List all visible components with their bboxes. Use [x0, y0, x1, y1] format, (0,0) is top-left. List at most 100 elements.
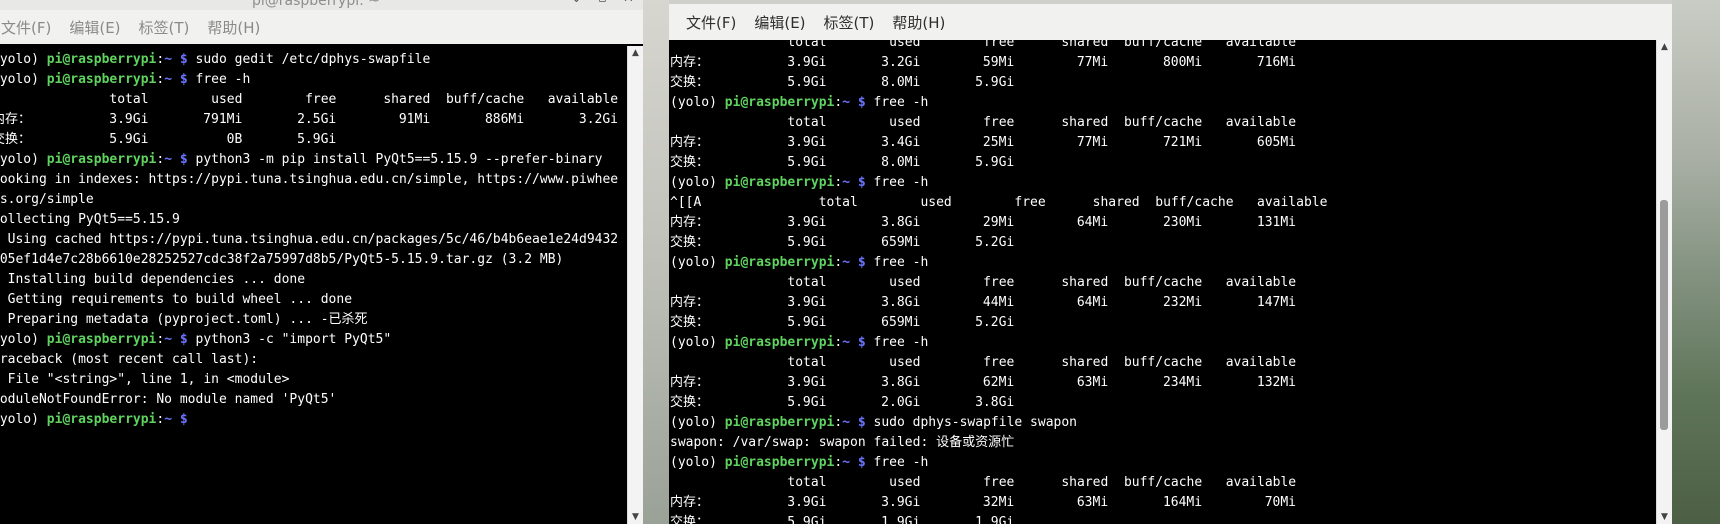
- output-line: total used free shared buff/cache availa…: [670, 355, 1297, 370]
- prompt-env: (yolo): [0, 52, 39, 67]
- command-text: sudo dphys-swapfile swapon: [865, 415, 1078, 430]
- prompt-line: (yolo) pi@raspberrypi:~ $ free -h: [670, 253, 1327, 273]
- prompt-path: ~ $: [842, 95, 866, 110]
- prompt-line: (yolo) pi@raspberrypi:~ $ sudo dphys-swa…: [670, 413, 1327, 433]
- command-text: free -h: [865, 335, 929, 350]
- output-line: 内存： 3.9Gi 3.8Gi 62Mi 63Mi 234Mi 132Mi: [670, 375, 1296, 390]
- terminal-output[interactable]: (yolo) pi@raspberrypi:~ $ sudo gedit /et…: [0, 46, 628, 524]
- prompt-line: (yolo) pi@raspberrypi:~ $ python3 -m pip…: [0, 150, 618, 170]
- output-line: Traceback (most recent call last):: [0, 352, 259, 367]
- output-line: File "<string>", line 1, in <module>: [0, 372, 290, 387]
- command-text: python3 -m pip install PyQt5==5.15.9 --p…: [187, 152, 603, 167]
- output-line: Collecting PyQt5==5.15.9: [0, 212, 180, 227]
- prompt-path: ~ $: [164, 72, 188, 87]
- output-line: 内存： 3.9Gi 3.8Gi 44Mi 64Mi 232Mi 147Mi: [670, 295, 1296, 310]
- arrow-up-icon[interactable]: ▲: [1657, 40, 1672, 54]
- prompt-path: ~ $: [164, 152, 188, 167]
- prompt-user: pi@raspberrypi: [46, 52, 157, 67]
- maximize-icon[interactable]: ▫: [598, 0, 607, 6]
- desktop-background: [643, 0, 669, 524]
- prompt-user: pi@raspberrypi: [724, 175, 835, 190]
- prompt-user: pi@raspberrypi: [46, 72, 157, 87]
- menu-help[interactable]: 帮助(H): [883, 12, 954, 33]
- menu-file[interactable]: 文件(F): [677, 12, 745, 33]
- prompt-path: ~ $: [842, 455, 866, 470]
- output-line: swapon: /var/swap: swapon failed: 设备或资源忙: [670, 435, 1015, 450]
- command-text: free -h: [865, 175, 929, 190]
- arrow-down-icon[interactable]: ▼: [628, 510, 643, 524]
- output-line: total used free shared buff/cache availa…: [670, 40, 1297, 50]
- terminal-lines: (yolo) pi@raspberrypi:~ $ sudo gedit /et…: [0, 50, 618, 430]
- prompt-env: (yolo): [670, 455, 725, 470]
- output-line: Installing build dependencies ... done: [0, 272, 306, 287]
- menu-tabs[interactable]: 标签(T): [815, 12, 884, 33]
- prompt-user: pi@raspberrypi: [46, 152, 157, 167]
- output-line: Looking in indexes: https://pypi.tuna.ts…: [0, 172, 619, 187]
- output-line: ModuleNotFoundError: No module named 'Py…: [0, 392, 337, 407]
- arrow-up-icon[interactable]: ▲: [628, 46, 643, 60]
- menu-help[interactable]: 帮助(H): [198, 17, 269, 38]
- window-title: pi@raspberrypi: ~: [252, 0, 381, 9]
- prompt-user: pi@raspberrypi: [724, 255, 835, 270]
- output-line: Using cached https://pypi.tuna.tsinghua.…: [0, 232, 619, 247]
- output-line: 内存： 3.9Gi 3.4Gi 25Mi 77Mi 721Mi 605Mi: [670, 135, 1296, 150]
- prompt-user: pi@raspberrypi: [46, 412, 157, 427]
- prompt-env: (yolo): [670, 255, 725, 270]
- terminal-window-right[interactable]: 文件(F) 编辑(E) 标签(T) 帮助(H) total used free …: [669, 0, 1672, 524]
- output-line: total used free shared buff/cache availa…: [0, 92, 619, 107]
- prompt-env: (yolo): [0, 412, 39, 427]
- prompt-env: (yolo): [0, 72, 39, 87]
- output-line: total used free shared buff/cache availa…: [670, 275, 1297, 290]
- scrollbar[interactable]: ▲ ▼: [1656, 40, 1672, 524]
- output-line: 交换： 5.9Gi 8.0Mi 5.9Gi: [670, 75, 1015, 90]
- output-line: 内存： 3.9Gi 3.2Gi 59Mi 77Mi 800Mi 716Mi: [670, 55, 1296, 70]
- menu-edit[interactable]: 编辑(E): [745, 12, 814, 33]
- output-line: Getting requirements to build wheel ... …: [0, 292, 353, 307]
- command-text: free -h: [865, 455, 929, 470]
- output-line: 905ef1d4e7c28b6610e28252527cdc38f2a75997…: [0, 252, 564, 267]
- prompt-line: (yolo) pi@raspberrypi:~ $ free -h: [670, 93, 1327, 113]
- output-line: total used free shared buff/cache availa…: [670, 475, 1297, 490]
- menu-edit[interactable]: 编辑(E): [60, 17, 129, 38]
- output-line: Preparing metadata (pyproject.toml) ... …: [0, 312, 368, 327]
- prompt-line: (yolo) pi@raspberrypi:~ $ python3 -c "im…: [0, 330, 618, 350]
- output-line: 交换： 5.9Gi 0B 5.9Gi: [0, 132, 337, 147]
- prompt-line: (yolo) pi@raspberrypi:~ $ free -h: [670, 333, 1327, 353]
- prompt-line: (yolo) pi@raspberrypi:~ $ free -h: [670, 173, 1327, 193]
- arrow-down-icon[interactable]: ▼: [1657, 510, 1672, 524]
- command-text: free -h: [865, 255, 929, 270]
- prompt-env: (yolo): [0, 152, 39, 167]
- command-text: sudo gedit /etc/dphys-swapfile: [187, 52, 431, 67]
- prompt-path: ~ $: [842, 255, 866, 270]
- prompt-path: ~ $: [164, 412, 188, 427]
- prompt-line: (yolo) pi@raspberrypi:~ $: [0, 410, 618, 430]
- window-titlebar[interactable]: pi@raspberrypi: ~ ⌄ ▫ ✕: [0, 0, 643, 10]
- output-line: 交换： 5.9Gi 2.0Gi 3.8Gi: [670, 395, 1015, 410]
- prompt-env: (yolo): [670, 335, 725, 350]
- command-text: free -h: [865, 95, 929, 110]
- output-line: 交换： 5.9Gi 659Mi 5.2Gi: [670, 315, 1015, 330]
- menu-file[interactable]: 文件(F): [0, 17, 60, 38]
- output-line: 交换： 5.9Gi 659Mi 5.2Gi: [670, 235, 1015, 250]
- close-icon[interactable]: ✕: [623, 0, 634, 6]
- prompt-user: pi@raspberrypi: [724, 335, 835, 350]
- prompt-env: (yolo): [670, 415, 725, 430]
- terminal-output[interactable]: total used free shared buff/cache availa…: [669, 40, 1657, 524]
- prompt-path: ~ $: [164, 52, 188, 67]
- chevron-down-icon[interactable]: ⌄: [571, 0, 582, 6]
- menu-tabs[interactable]: 标签(T): [130, 17, 199, 38]
- scrollbar-thumb[interactable]: [1660, 200, 1668, 430]
- menu-bar: 文件(F) 编辑(E) 标签(T) 帮助(H): [669, 4, 1672, 40]
- prompt-line: (yolo) pi@raspberrypi:~ $ free -h: [0, 70, 618, 90]
- prompt-env: (yolo): [670, 175, 725, 190]
- prompt-user: pi@raspberrypi: [724, 455, 835, 470]
- command-text: free -h: [187, 72, 251, 87]
- scrollbar[interactable]: ▲ ▼: [627, 46, 643, 524]
- output-line: 内存： 3.9Gi 791Mi 2.5Gi 91Mi 886Mi 3.2Gi: [0, 112, 618, 127]
- command-text: [188, 412, 196, 427]
- terminal-lines: total used free shared buff/cache availa…: [670, 40, 1327, 524]
- terminal-window-left[interactable]: pi@raspberrypi: ~ ⌄ ▫ ✕ 文件(F) 编辑(E) 标签(T…: [0, 0, 643, 524]
- prompt-path: ~ $: [842, 415, 866, 430]
- prompt-line: (yolo) pi@raspberrypi:~ $ sudo gedit /et…: [0, 50, 618, 70]
- prompt-path: ~ $: [842, 335, 866, 350]
